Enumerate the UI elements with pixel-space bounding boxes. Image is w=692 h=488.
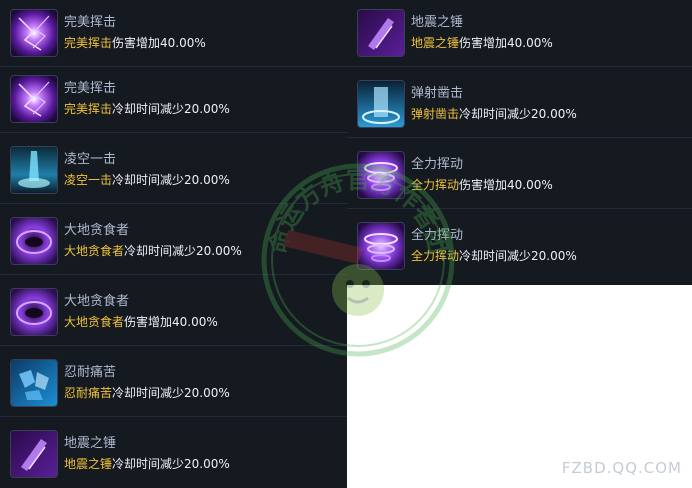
skill-description: 大地贪食者伤害增加40.00% (64, 315, 218, 329)
skill-row: 凌空一击 凌空一击冷却时间减少20.00% (0, 137, 347, 204)
skill-name: 完美挥击 (64, 15, 117, 30)
skill-name: 凌空一击 (64, 152, 117, 167)
skill-description: 地震之锤冷却时间减少20.00% (64, 457, 230, 471)
skill-description: 地震之锤伤害增加40.00% (411, 36, 553, 50)
skill-description: 完美挥击伤害增加40.00% (64, 36, 206, 50)
skill-row: 完美挥击 完美挥击冷却时间减少20.00% (0, 66, 347, 133)
skill-description: 全力挥动冷却时间减少20.00% (411, 249, 577, 263)
purple-lightning-orb-icon (10, 9, 58, 57)
skill-row: 大地贪食者 大地贪食者冷却时间减少20.00% (0, 208, 347, 275)
purple-whirlwind-icon (357, 151, 405, 199)
skill-name: 忍耐痛苦 (64, 365, 117, 380)
site-url-watermark: FZBD.QQ.COM (561, 459, 682, 477)
purple-hammer-icon (357, 9, 405, 57)
skill-name: 大地贪食者 (64, 294, 130, 309)
skill-description: 忍耐痛苦冷却时间减少20.00% (64, 386, 230, 400)
purple-vortex-icon (10, 217, 58, 265)
skill-name: 地震之锤 (64, 436, 117, 451)
blue-pillar-icon (357, 80, 405, 128)
skill-row: 地震之锤 地震之锤冷却时间减少20.00% (0, 421, 347, 487)
right-skill-panel: 地震之锤 地震之锤伤害增加40.00% 弹射凿击 弹射凿击冷却时间减少20.00… (347, 0, 692, 285)
skill-name: 地震之锤 (411, 15, 464, 30)
skill-description: 完美挥击冷却时间减少20.00% (64, 102, 230, 116)
skill-description: 弹射凿击冷却时间减少20.00% (411, 107, 577, 121)
purple-hammer-icon (10, 430, 58, 478)
skill-name: 大地贪食者 (64, 223, 130, 238)
skill-row: 大地贪食者 大地贪食者伤害增加40.00% (0, 279, 347, 346)
purple-vortex-icon (10, 288, 58, 336)
skill-name: 全力挥动 (411, 157, 464, 172)
skill-row: 全力挥动 全力挥动冷却时间减少20.00% (347, 213, 692, 279)
skill-description: 凌空一击冷却时间减少20.00% (64, 173, 230, 187)
cyan-impact-icon (10, 146, 58, 194)
skill-row: 忍耐痛苦 忍耐痛苦冷却时间减少20.00% (0, 350, 347, 417)
skill-name: 完美挥击 (64, 81, 117, 96)
skill-row: 完美挥击 完美挥击伤害增加40.00% (0, 0, 347, 67)
skill-description: 全力挥动伤害增加40.00% (411, 178, 553, 192)
skill-row: 全力挥动 全力挥动伤害增加40.00% (347, 142, 692, 209)
skill-description: 大地贪食者冷却时间减少20.00% (64, 244, 242, 258)
purple-whirlwind-icon (357, 222, 405, 270)
skill-row: 地震之锤 地震之锤伤害增加40.00% (347, 0, 692, 67)
skill-row: 弹射凿击 弹射凿击冷却时间减少20.00% (347, 71, 692, 138)
skill-name: 弹射凿击 (411, 86, 464, 101)
left-skill-panel: 完美挥击 完美挥击伤害增加40.00% 完美挥击 完美挥击冷却时间减少20.00… (0, 0, 347, 488)
skill-name: 全力挥动 (411, 228, 464, 243)
blue-shatter-icon (10, 359, 58, 407)
purple-lightning-orb-icon (10, 75, 58, 123)
